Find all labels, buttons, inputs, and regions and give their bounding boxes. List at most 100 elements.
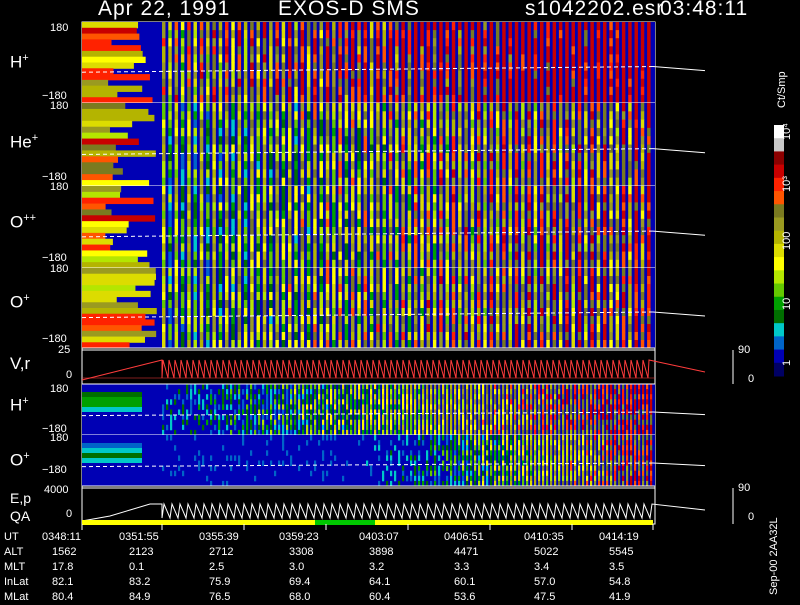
panel-label-h-plus-2: H+ <box>10 395 29 416</box>
ep-panel <box>82 488 705 525</box>
he-plus-ymax: 180 <box>50 100 68 112</box>
vr-right-bottom: 0 <box>748 373 754 385</box>
panel-label-o-plusplus: O++ <box>10 212 36 233</box>
orbit-value: 0355:39 <box>199 531 239 543</box>
spectrogram-panel-3 <box>82 186 705 269</box>
colorbar-swatch <box>774 217 784 231</box>
panel-label-vr: V,r <box>10 354 30 374</box>
orbit-value: 80.4 <box>52 591 73 603</box>
orbit-value: 82.1 <box>52 576 73 588</box>
colorbar-tick: 10⁴ <box>781 123 793 140</box>
o-plus-2-ymax: 180 <box>50 432 68 444</box>
orbit-value: 2712 <box>209 546 233 558</box>
ep-ymax: 4000 <box>44 484 68 496</box>
colorbar-unit: Ct/Smp <box>776 71 788 108</box>
spectrogram-panel-6 <box>82 435 705 486</box>
panel-label-o-plus-2: O+ <box>10 450 30 471</box>
colorbar-tick: 10 <box>781 298 793 310</box>
orbit-value: 1562 <box>52 546 76 558</box>
orbit-value: 41.9 <box>609 591 630 603</box>
orbit-value: 47.5 <box>534 591 555 603</box>
o-plusplus-ymax: 180 <box>50 181 68 193</box>
colorbar-tick: 10³ <box>781 176 793 192</box>
orbit-value: 3308 <box>289 546 313 558</box>
spectrogram-panel-5 <box>82 384 705 435</box>
orbit-value: 17.8 <box>52 561 73 573</box>
orbit-row-label: MLat <box>4 591 28 603</box>
spectrogram-panel-4 <box>82 268 705 349</box>
ep-right-bottom: 0 <box>748 511 754 523</box>
colorbar-swatch <box>774 151 784 165</box>
vr-panel <box>82 350 705 384</box>
orbit-value: 53.6 <box>454 591 475 603</box>
orbit-value: 3.4 <box>534 561 549 573</box>
colorbar-swatch <box>774 191 784 205</box>
panel-label-o-plus: O+ <box>10 292 30 313</box>
orbit-row-label: InLat <box>4 576 28 588</box>
orbit-value: 3898 <box>369 546 393 558</box>
vr-ymax: 25 <box>58 344 70 356</box>
orbit-value: 4471 <box>454 546 478 558</box>
h-plus-ymax: 180 <box>50 22 68 34</box>
spectrogram-panel-2 <box>82 103 705 187</box>
colorbar-tick: 100 <box>781 232 793 250</box>
orbit-value: 5022 <box>534 546 558 558</box>
orbit-value: 60.1 <box>454 576 475 588</box>
orbit-row-label: UT <box>4 531 19 543</box>
colorbar-swatch <box>774 257 784 271</box>
orbit-value: 0351:55 <box>119 531 159 543</box>
ep-ymin: 0 <box>66 508 72 520</box>
orbit-value: 2123 <box>129 546 153 558</box>
orbit-value: 84.9 <box>129 591 150 603</box>
data-file-name: s1042202.esr <box>525 0 664 21</box>
colorbar-swatch <box>774 284 784 298</box>
orbit-value: 69.4 <box>289 576 310 588</box>
plot-time: 03:48:11 <box>660 0 748 21</box>
orbit-value: 0403:07 <box>359 531 399 543</box>
h-plus-2-ymax: 180 <box>50 383 68 395</box>
orbit-value: 3.2 <box>369 561 384 573</box>
panel-label-h-plus: H+ <box>10 52 29 73</box>
orbit-value: 5545 <box>609 546 633 558</box>
o-plus-2-ymin: −180 <box>42 464 67 476</box>
colorbar: 10⁴ 10³ 100 10 1 <box>774 123 793 377</box>
orbit-value: 3.3 <box>454 561 469 573</box>
instrument-name: EXOS-D SMS <box>278 0 420 21</box>
colorbar-swatch <box>774 323 784 337</box>
colorbar-swatch <box>774 270 784 284</box>
orbit-value: 64.1 <box>369 576 390 588</box>
orbit-value: 0359:23 <box>279 531 319 543</box>
ep-right-top: 90 <box>738 482 750 494</box>
orbit-value: 54.8 <box>609 576 630 588</box>
o-plus-ymax: 180 <box>50 263 68 275</box>
orbit-value: 3.5 <box>609 561 624 573</box>
colorbar-swatch <box>774 336 784 350</box>
spectrogram-panel-1 <box>82 22 705 104</box>
orbit-value: 2.5 <box>209 561 224 573</box>
qa-bar-green <box>315 520 375 525</box>
panel-label-qa: QA <box>10 508 30 524</box>
plot-date: Apr 22, 1991 <box>98 0 230 21</box>
colorbar-swatch <box>774 204 784 218</box>
orbit-value: 0410:35 <box>524 531 564 543</box>
orbit-row-label: ALT <box>4 546 23 558</box>
colorbar-tick: 1 <box>781 360 793 366</box>
vr-ymin: 0 <box>66 369 72 381</box>
orbit-value: 0348:11 <box>42 531 81 543</box>
orbit-value: 83.2 <box>129 576 150 588</box>
orbit-value: 57.0 <box>534 576 555 588</box>
panel-label-ep: E,p <box>10 490 31 506</box>
orbit-value: 3.0 <box>289 561 304 573</box>
vr-right-top: 90 <box>738 344 750 356</box>
orbit-row-label: MLT <box>4 561 25 573</box>
ion-spectrogram-plot: 10⁴ 10³ 100 10 1 <box>0 0 800 600</box>
orbit-value: 75.9 <box>209 576 230 588</box>
orbit-value: 0414:19 <box>599 531 639 543</box>
colorbar-swatch <box>774 310 784 324</box>
panel-label-he-plus: He+ <box>10 132 38 153</box>
orbit-value: 60.4 <box>369 591 390 603</box>
orbit-value: 76.5 <box>209 591 230 603</box>
processing-stamp: Sep-00 2AA32L <box>768 517 780 595</box>
orbit-value: 68.0 <box>289 591 310 603</box>
orbit-value: 0.1 <box>129 561 144 573</box>
